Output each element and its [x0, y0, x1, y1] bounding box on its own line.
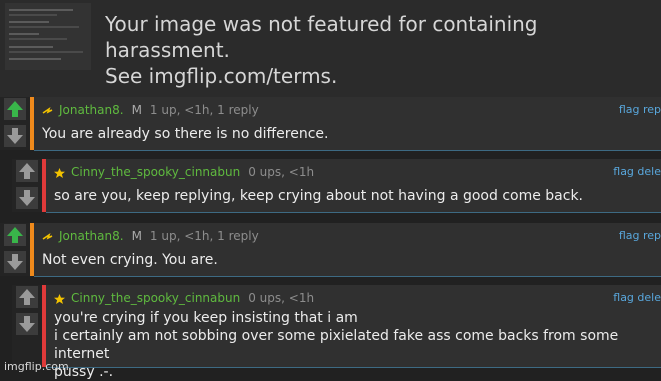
comment-body: Cinny_the_spooky_cinnabun 0 ups, <1h flag… [46, 285, 661, 380]
comment: Cinny_the_spooky_cinnabun 0 ups, <1h flag… [12, 159, 661, 213]
up-arrow-icon [19, 289, 35, 305]
user-badge: M [131, 103, 142, 117]
up-arrow-icon [19, 163, 35, 179]
comment-meta: Cinny_the_spooky_cinnabun 0 ups, <1h [54, 291, 314, 305]
upvote-button[interactable] [4, 224, 26, 246]
star-icon [54, 167, 65, 178]
comment-actions[interactable]: flag rep [619, 103, 661, 117]
vote-column [0, 223, 30, 276]
meme-thumbnail[interactable] [5, 3, 91, 70]
downvote-button[interactable] [16, 313, 38, 335]
comment-text: You are already so there is no differenc… [42, 126, 329, 142]
comment-stats: 1 up, <1h, 1 reply [149, 229, 259, 243]
not-featured-message: Your image was not featured for containi… [105, 12, 538, 88]
downvote-button[interactable] [4, 125, 26, 147]
vote-column [0, 97, 30, 150]
down-arrow-icon [19, 316, 35, 332]
comment-meta: Cinny_the_spooky_cinnabun 0 ups, <1h [54, 165, 314, 179]
comment-text: you're crying if you keep insisting that… [54, 310, 619, 380]
vote-column [12, 159, 42, 212]
comment-actions[interactable]: flag rep [619, 229, 661, 243]
rank-icon [42, 232, 53, 240]
down-arrow-icon [19, 190, 35, 206]
downvote-button[interactable] [4, 251, 26, 273]
rank-icon [42, 106, 53, 114]
comment-meta: Jonathan8. M 1 up, <1h, 1 reply [42, 229, 259, 243]
comment-actions[interactable]: flag dele [613, 291, 661, 305]
vote-column [12, 285, 42, 367]
comment-stats: 0 ups, <1h [248, 291, 315, 305]
comment-meta: Jonathan8. M 1 up, <1h, 1 reply [42, 103, 259, 117]
down-arrow-icon [7, 254, 23, 270]
comment-actions[interactable]: flag dele [613, 165, 661, 179]
username-link[interactable]: Cinny_the_spooky_cinnabun [71, 291, 240, 305]
upvote-button[interactable] [16, 286, 38, 308]
comment: Cinny_the_spooky_cinnabun 0 ups, <1h flag… [12, 285, 661, 380]
comment-stats: 0 ups, <1h [248, 165, 315, 179]
upvote-button[interactable] [16, 160, 38, 182]
username-link[interactable]: Cinny_the_spooky_cinnabun [71, 165, 240, 179]
comment-body: Jonathan8. M 1 up, <1h, 1 reply flag rep Y… [34, 97, 661, 151]
comment-body: Jonathan8. M 1 up, <1h, 1 reply flag rep N… [34, 223, 661, 277]
upvote-button[interactable] [4, 98, 26, 120]
user-badge: M [131, 229, 142, 243]
not-featured-banner: Your image was not featured for containi… [0, 0, 661, 97]
down-arrow-icon [7, 128, 23, 144]
imgflip-watermark: imgflip.com [4, 360, 69, 373]
up-arrow-icon [7, 101, 23, 117]
username-link[interactable]: Jonathan8. [59, 103, 124, 117]
downvote-button[interactable] [16, 187, 38, 209]
comment: Jonathan8. M 1 up, <1h, 1 reply flag rep Y… [0, 97, 661, 151]
comment-text: Not even crying. You are. [42, 252, 218, 268]
comment-text: so are you, keep replying, keep crying a… [54, 188, 584, 204]
username-link[interactable]: Jonathan8. [59, 229, 124, 243]
comment-body: Cinny_the_spooky_cinnabun 0 ups, <1h flag… [46, 159, 661, 213]
comment: Jonathan8. M 1 up, <1h, 1 reply flag rep N… [0, 223, 661, 277]
comment-stats: 1 up, <1h, 1 reply [149, 103, 259, 117]
up-arrow-icon [7, 227, 23, 243]
star-icon [54, 293, 65, 304]
